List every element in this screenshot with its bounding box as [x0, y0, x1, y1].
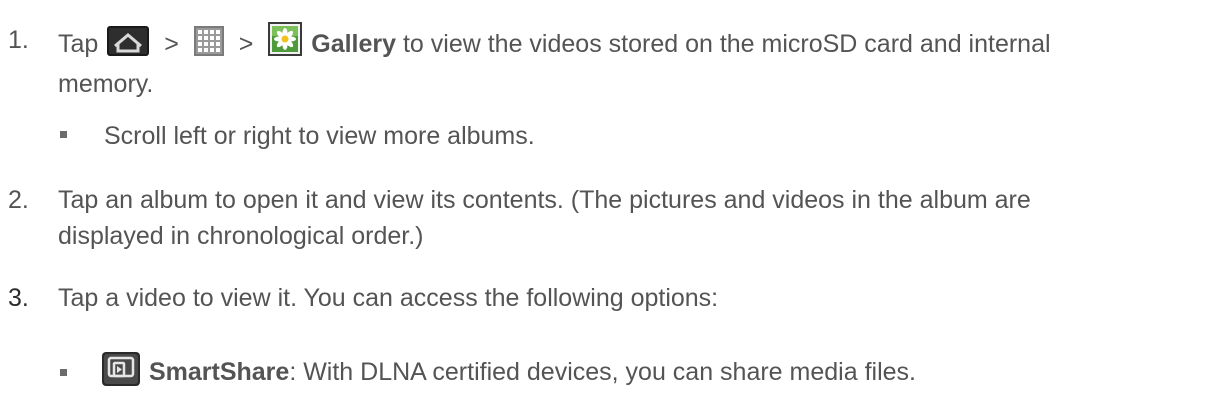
smartshare-text: : With DLNA certified devices, you can s… — [289, 358, 916, 386]
home-icon — [107, 26, 150, 66]
step-2-line2: displayed in chronological order.) — [58, 222, 424, 250]
smartshare-label: SmartShare — [148, 358, 290, 386]
step-1-line1: to view the videos stored on the microSD… — [396, 30, 1051, 58]
bullet-icon — [60, 369, 67, 376]
step-1-line2: memory. — [58, 70, 154, 98]
bullet-text: Scroll left or right to view more albums… — [104, 122, 535, 150]
gallery-label: Gallery — [311, 30, 397, 58]
step-number: 2. — [8, 186, 29, 214]
step-text: Tap > > Gallery to view the videos store… — [58, 22, 1208, 102]
step-number: 1. — [8, 26, 29, 54]
step-text: Tap an album to open it and view its con… — [58, 182, 1208, 254]
gallery-icon — [268, 22, 303, 66]
separator: > — [164, 30, 179, 58]
step-2-line1: Tap an album to open it and view its con… — [58, 186, 1031, 214]
step-3-line1: Tap a video to view it. You can access t… — [58, 284, 719, 312]
apps-grid-icon — [193, 26, 224, 66]
step-text: Tap a video to view it. You can access t… — [58, 280, 1208, 316]
tap-word: Tap — [58, 30, 99, 58]
bullet-text: SmartShare: With DLNA certified devices,… — [100, 352, 916, 396]
smartshare-icon — [102, 352, 140, 396]
bullet-icon — [60, 131, 67, 138]
separator: > — [238, 30, 254, 58]
step-number: 3. — [8, 284, 29, 312]
